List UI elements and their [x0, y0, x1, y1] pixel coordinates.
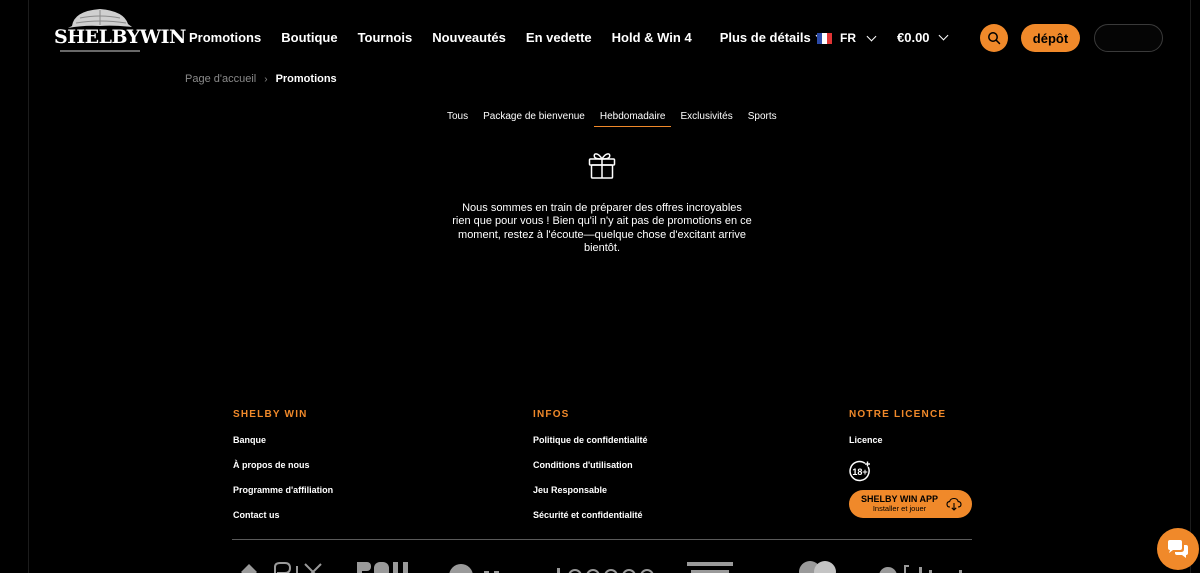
language-code: FR: [840, 31, 856, 45]
card-logo-icon: [687, 562, 733, 573]
bank-logo-icon: [449, 564, 499, 573]
install-app-button[interactable]: SHELBY WIN APP Installer et jouer: [849, 490, 972, 518]
nav-more-dropdown[interactable]: Plus de détails: [719, 30, 826, 45]
breadcrumb-current: Promotions: [275, 73, 337, 85]
tab-exclusivites[interactable]: Exclusivités: [680, 111, 732, 127]
tab-package-bienvenue[interactable]: Package de bienvenue: [483, 111, 585, 127]
nav-en-vedette[interactable]: En vedette: [526, 30, 592, 45]
tab-hebdomadaire[interactable]: Hebdomadaire: [593, 111, 672, 127]
age-badge-text: 18+: [852, 467, 867, 477]
sirenpay-logo-icon: [557, 568, 654, 573]
chevron-down-icon: [938, 30, 948, 41]
bitcoin-logo-icon: [879, 565, 962, 573]
nav-nouveautes[interactable]: Nouveautés: [432, 30, 506, 45]
breadcrumb-home[interactable]: Page d'accueil: [185, 73, 256, 85]
logo-wordmark: SHELBYWIN: [54, 26, 186, 48]
site-logo[interactable]: SHELBYWIN: [54, 6, 186, 54]
footer-link-terms[interactable]: Conditions d'utilisation: [533, 460, 648, 470]
footer-link-privacy[interactable]: Politique de confidentialité: [533, 435, 648, 445]
language-selector[interactable]: FR: [817, 31, 877, 45]
nav-boutique[interactable]: Boutique: [281, 30, 337, 45]
chat-bubbles-icon: [1168, 540, 1188, 558]
promotion-tabs: Tous Package de bienvenue Hebdomadaire E…: [447, 111, 792, 127]
main-nav: Promotions Boutique Tournois Nouveautés …: [189, 30, 844, 45]
footer-heading: INFOS: [533, 409, 570, 420]
deposit-button[interactable]: dépôt: [1021, 24, 1080, 52]
footer-link-affiliation[interactable]: Programme d'affiliation: [233, 485, 333, 495]
app-title: SHELBY WIN APP: [861, 494, 939, 504]
footer-col-shelby: SHELBY WIN Banque À propos de nous Progr…: [233, 409, 333, 535]
footer-divider: [232, 539, 972, 540]
balance-amount: €0.00: [897, 30, 930, 45]
footer-link-banque[interactable]: Banque: [233, 435, 333, 445]
nav-promotions[interactable]: Promotions: [189, 30, 261, 45]
app-button-text: SHELBY WIN APP Installer et jouer: [861, 494, 938, 514]
age-18-icon: 18+: [849, 460, 870, 482]
flag-stripe-red: [827, 32, 832, 44]
tab-sports[interactable]: Sports: [748, 111, 777, 127]
footer-link-contact[interactable]: Contact us: [233, 510, 333, 520]
nav-more-label: Plus de détails: [719, 30, 811, 45]
footer-link-licence[interactable]: Licence: [849, 435, 972, 445]
cloud-download-icon: [946, 497, 962, 511]
pix-logo-icon: [241, 562, 322, 573]
mastercard-logo-icon: [799, 561, 836, 573]
page-border-right: [1190, 0, 1191, 573]
footer-link-security[interactable]: Sécurité et confidentialité: [533, 510, 648, 520]
payment-logos: [235, 558, 975, 573]
france-flag-icon: [817, 32, 832, 44]
footer-heading: SHELBY WIN: [233, 409, 308, 420]
nav-hold-and-win[interactable]: Hold & Win 4: [612, 30, 692, 45]
footer-heading: NOTRE LICENCE: [849, 409, 947, 420]
search-icon: [988, 32, 1001, 45]
footer-link-responsible-gaming[interactable]: Jeu Responsable: [533, 485, 648, 495]
footer-col-licence: NOTRE LICENCE Licence 18+ SHELBY WIN APP…: [849, 409, 972, 518]
search-button[interactable]: [980, 24, 1008, 52]
app-subtitle: Installer et jouer: [872, 504, 927, 513]
nav-tournois[interactable]: Tournois: [358, 30, 413, 45]
chevron-down-icon: [866, 31, 877, 41]
balance-dropdown[interactable]: €0.00: [897, 30, 948, 45]
page-border-left: [28, 0, 29, 573]
live-chat-button[interactable]: [1157, 528, 1199, 570]
footer-col-infos: INFOS Politique de confidentialité Condi…: [533, 409, 648, 535]
account-button[interactable]: [1094, 24, 1163, 52]
footer-link-about[interactable]: À propos de nous: [233, 460, 333, 470]
tab-tous[interactable]: Tous: [447, 111, 468, 127]
age-restriction-badge: 18+: [849, 460, 871, 482]
breadcrumb-separator: ›: [264, 73, 268, 85]
poli-logo-icon: [357, 562, 408, 573]
breadcrumb: Page d'accueil › Promotions: [185, 73, 337, 85]
empty-promotions-message: Nous sommes en train de préparer des off…: [452, 202, 752, 254]
gift-icon: [588, 153, 616, 179]
